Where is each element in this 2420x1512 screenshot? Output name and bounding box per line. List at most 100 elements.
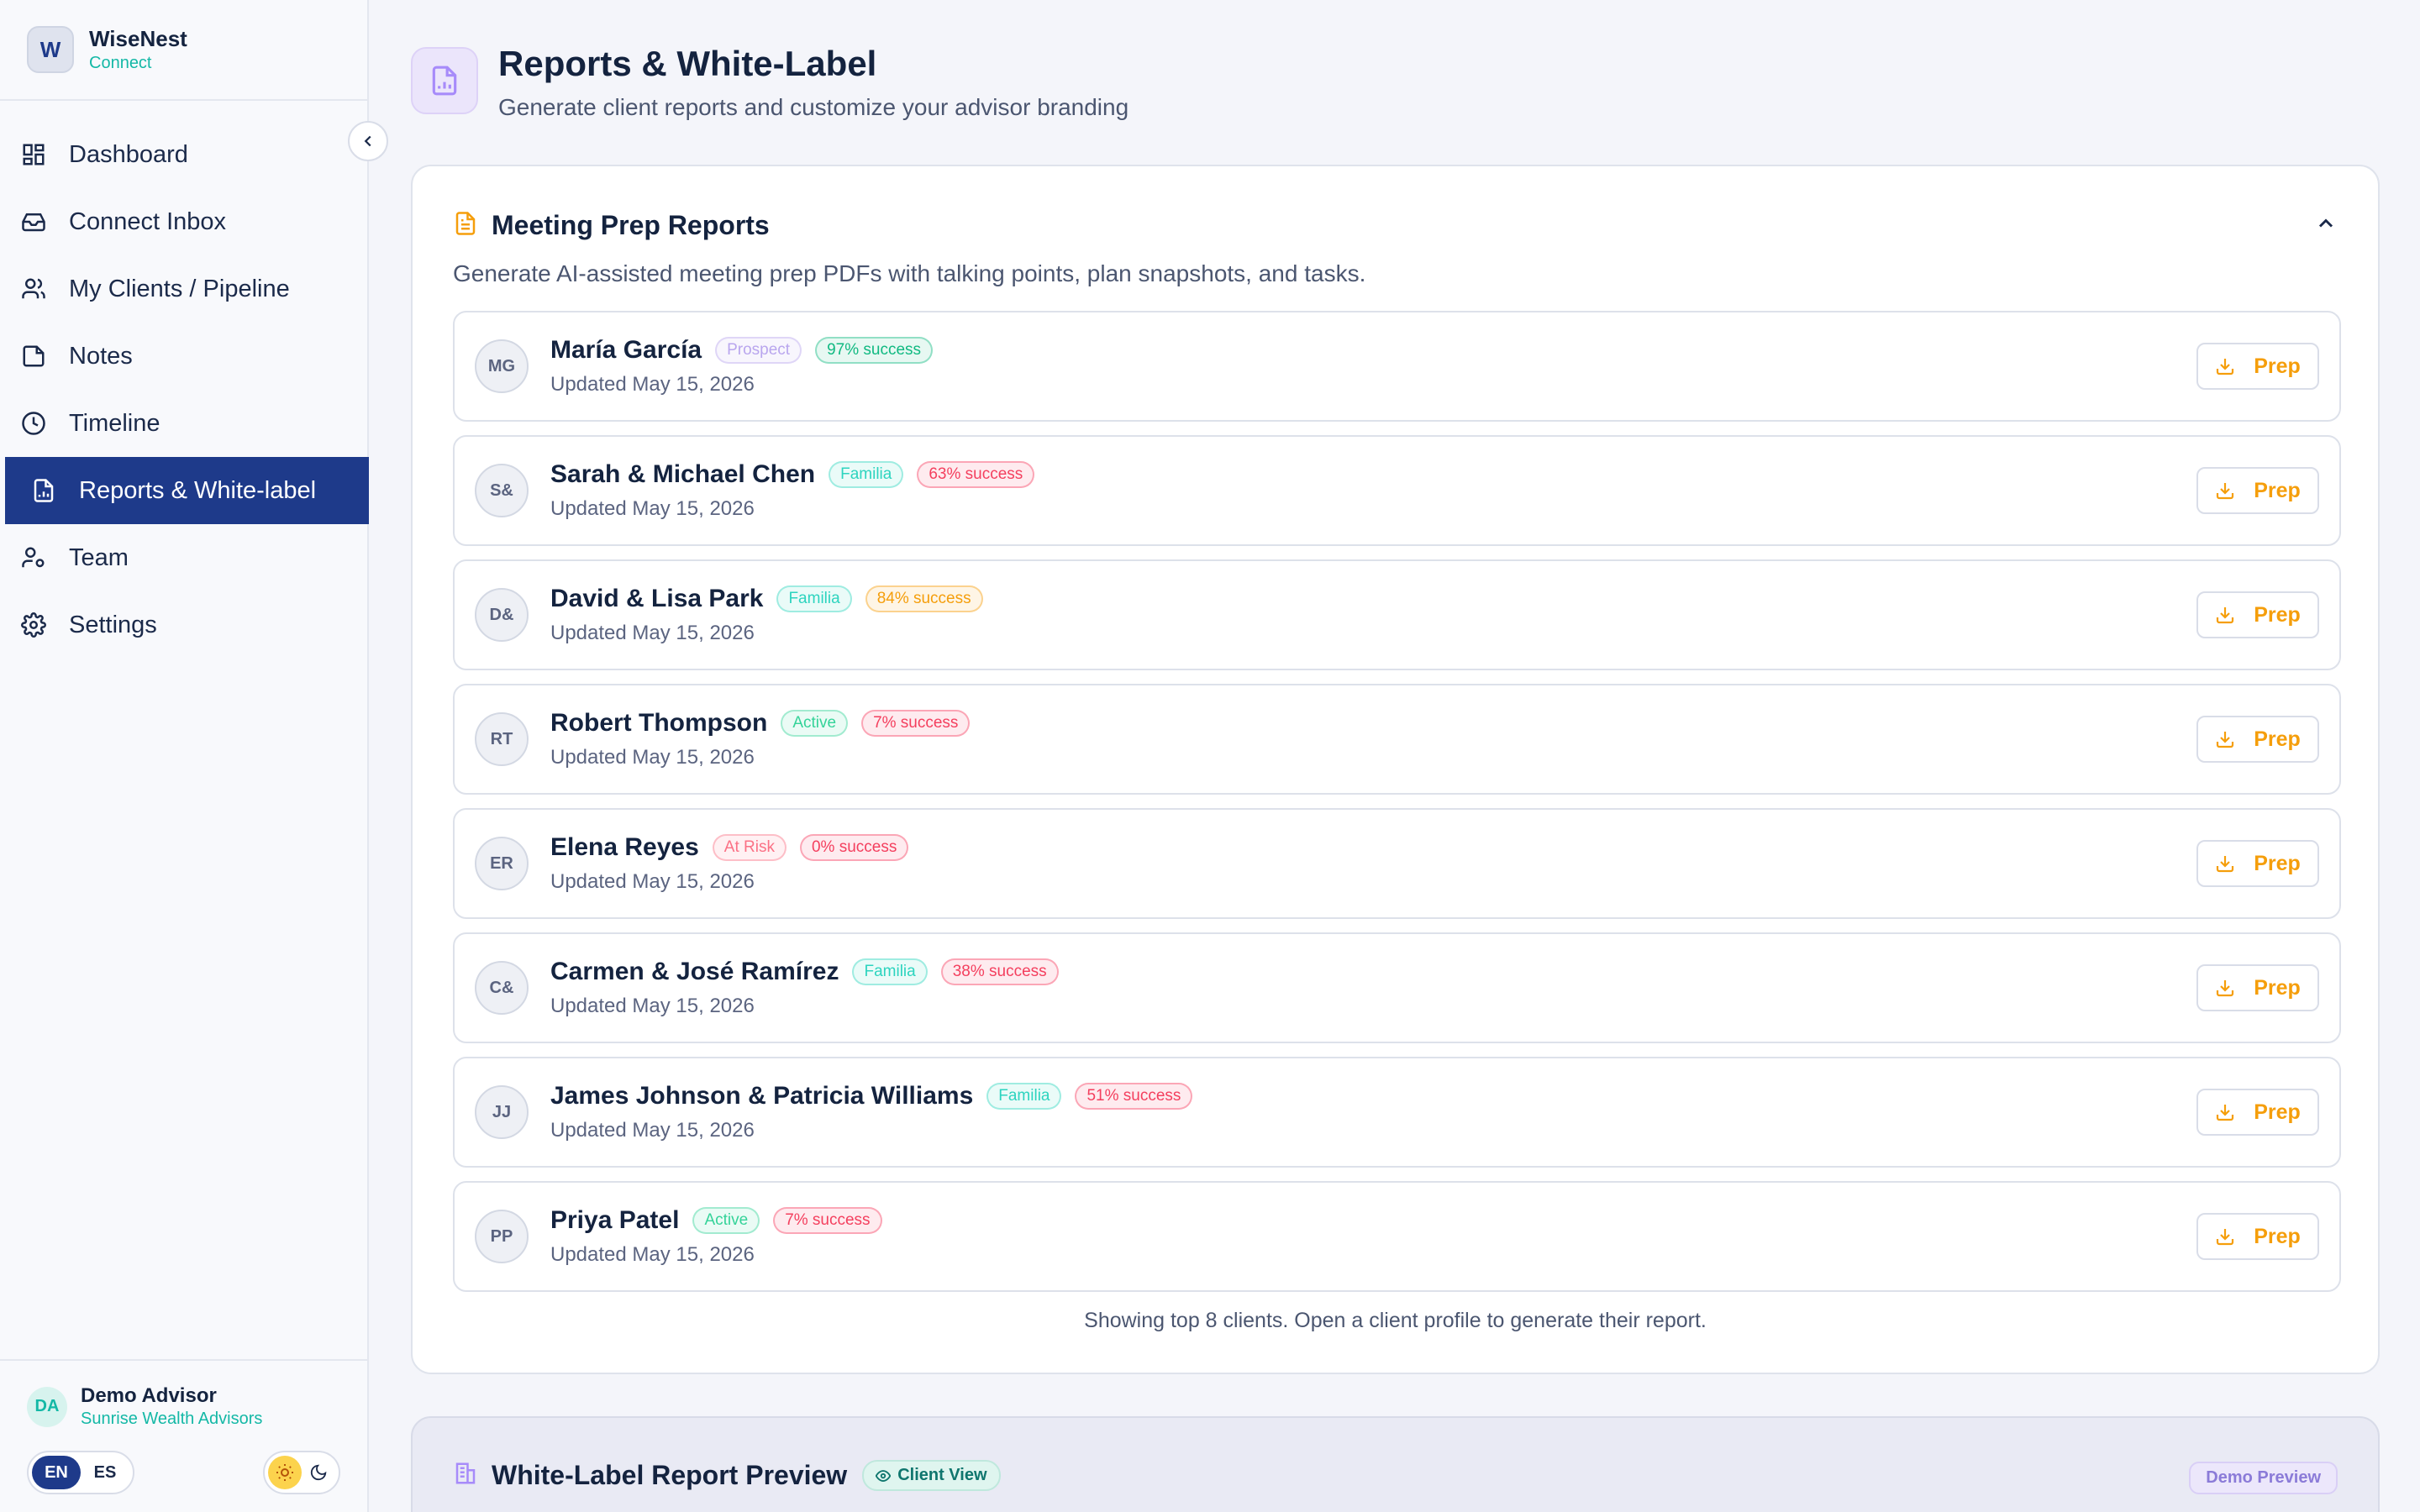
prep-button[interactable]: Prep [2196, 1213, 2319, 1260]
prep-label: Prep [2254, 602, 2301, 627]
report-icon [29, 475, 59, 506]
prep-button[interactable]: Prep [2196, 840, 2319, 887]
sidebar-item-label: Team [69, 543, 129, 571]
sun-icon[interactable] [268, 1456, 302, 1489]
user-org: Sunrise Wealth Advisors [81, 1410, 263, 1428]
prep-label: Prep [2254, 975, 2301, 1000]
white-label-preview-card: White-Label Report Preview Client View D… [411, 1416, 2380, 1512]
white-label-title: White-Label Report Preview [492, 1460, 848, 1490]
meeting-prep-card: Meeting Prep Reports Generate AI-assiste… [411, 165, 2380, 1374]
status-badge: Familia [986, 1083, 1062, 1110]
prep-button[interactable]: Prep [2196, 343, 2319, 390]
sidebar-item-connect-inbox[interactable]: Connect Inbox [0, 188, 367, 255]
prep-label: Prep [2254, 1224, 2301, 1248]
client-row[interactable]: JJ James Johnson & Patricia Williams Famil… [453, 1057, 2341, 1168]
client-list: MG María García Prospect 97% success Updated… [453, 311, 2341, 1305]
client-avatar: ER [475, 837, 529, 890]
client-list-footer: Showing top 8 clients. Open a client pro… [1084, 1309, 1707, 1332]
status-badge: Active [692, 1207, 760, 1234]
clock-icon [18, 408, 49, 438]
sidebar-item-reports[interactable]: Reports & White-label [5, 457, 369, 524]
download-icon [2217, 732, 2234, 748]
client-row[interactable]: MG María García Prospect 97% success Updated… [453, 311, 2341, 422]
client-name[interactable]: Robert Thompson [550, 709, 767, 738]
brand[interactable]: W WiseNest Connect [0, 0, 367, 101]
client-row[interactable]: S& Sarah & Michael Chen Familia 63% success… [453, 435, 2341, 546]
user-profile[interactable]: DA Demo Advisor Sunrise Wealth Advisors [27, 1384, 340, 1429]
users-icon [18, 274, 49, 304]
prep-button[interactable]: Prep [2196, 467, 2319, 514]
theme-toggle [263, 1451, 340, 1494]
inbox-icon [18, 207, 49, 237]
prep-button[interactable]: Prep [2196, 964, 2319, 1011]
client-updated: Updated May 15, 2026 [550, 1243, 755, 1266]
brand-subtitle: Connect [89, 54, 152, 72]
client-updated: Updated May 15, 2026 [550, 622, 755, 644]
page-title: Reports & White-Label [498, 44, 877, 83]
client-avatar: S& [475, 464, 529, 517]
success-badge: 7% success [861, 710, 971, 737]
chevron-left-icon [364, 135, 371, 147]
sidebar-item-dashboard[interactable]: Dashboard [0, 121, 367, 188]
client-row[interactable]: ER Elena Reyes At Risk 0% success Updated Ma… [453, 808, 2341, 919]
client-row[interactable]: PP Priya Patel Active 7% success Updated May… [453, 1181, 2341, 1292]
sidebar-item-label: Notes [69, 342, 133, 370]
success-badge: 0% success [799, 834, 909, 861]
client-avatar: MG [475, 339, 529, 393]
sidebar-item-label: Timeline [69, 409, 160, 437]
meeting-prep-description: Generate AI-assisted meeting prep PDFs w… [453, 260, 1366, 286]
client-name[interactable]: María García [550, 336, 702, 365]
client-view-badge[interactable]: Client View [862, 1460, 1001, 1491]
sidebar-item-timeline[interactable]: Timeline [0, 390, 367, 457]
status-badge: Familia [776, 585, 852, 612]
client-row[interactable]: RT Robert Thompson Active 7% success Updated… [453, 684, 2341, 795]
download-icon [2217, 359, 2234, 375]
eye-icon [876, 1469, 892, 1482]
download-icon [2217, 607, 2234, 624]
client-avatar: C& [475, 961, 529, 1015]
success-badge: 51% success [1075, 1083, 1193, 1110]
prep-button[interactable]: Prep [2196, 1089, 2319, 1136]
meeting-prep-header[interactable]: Meeting Prep Reports [453, 210, 2338, 241]
download-icon [2217, 483, 2234, 500]
sidebar-collapse-button[interactable] [348, 121, 388, 161]
success-badge: 97% success [815, 337, 934, 364]
client-row[interactable]: C& Carmen & José Ramírez Familia 38% succes… [453, 932, 2341, 1043]
client-view-label: Client View [897, 1466, 987, 1484]
client-name[interactable]: Sarah & Michael Chen [550, 460, 815, 489]
client-row[interactable]: D& David & Lisa Park Familia 84% success Upd… [453, 559, 2341, 670]
chevron-up-icon[interactable] [2314, 212, 2338, 239]
client-avatar: D& [475, 588, 529, 642]
sidebar-item-settings[interactable]: Settings [0, 591, 367, 659]
lang-es-button[interactable]: ES [81, 1456, 129, 1489]
sidebar-item-clients[interactable]: My Clients / Pipeline [0, 255, 367, 323]
prep-label: Prep [2254, 1100, 2301, 1124]
page-subtitle: Generate client reports and customize yo… [498, 94, 1129, 120]
client-updated: Updated May 15, 2026 [550, 995, 755, 1017]
brand-name: WiseNest [89, 26, 187, 51]
sidebar-nav: Dashboard Connect Inbox My Clients / Pip… [0, 101, 369, 659]
sidebar-item-label: My Clients / Pipeline [69, 275, 290, 302]
sidebar-item-team[interactable]: Team [0, 524, 367, 591]
prep-button[interactable]: Prep [2196, 716, 2319, 763]
moon-icon[interactable] [302, 1456, 335, 1489]
client-name[interactable]: Elena Reyes [550, 833, 699, 862]
client-name[interactable]: David & Lisa Park [550, 585, 763, 613]
brand-logo: W [27, 26, 74, 73]
client-updated: Updated May 15, 2026 [550, 1119, 755, 1142]
lang-en-button[interactable]: EN [32, 1456, 81, 1489]
demo-preview-badge: Demo Preview [2189, 1462, 2338, 1494]
sidebar-item-notes[interactable]: Notes [0, 323, 367, 390]
client-updated: Updated May 15, 2026 [550, 497, 755, 520]
sidebar: W WiseNest Connect Dashboard Connect Inb… [0, 0, 369, 1512]
client-name[interactable]: James Johnson & Patricia Williams [550, 1082, 973, 1110]
status-badge: At Risk [712, 834, 786, 861]
prep-button[interactable]: Prep [2196, 591, 2319, 638]
success-badge: 7% success [773, 1207, 882, 1234]
client-name[interactable]: Priya Patel [550, 1206, 679, 1235]
client-updated: Updated May 15, 2026 [550, 746, 755, 769]
download-icon [2217, 1229, 2234, 1246]
client-name[interactable]: Carmen & José Ramírez [550, 958, 839, 986]
sidebar-item-label: Connect Inbox [69, 207, 227, 235]
team-icon [18, 543, 49, 573]
